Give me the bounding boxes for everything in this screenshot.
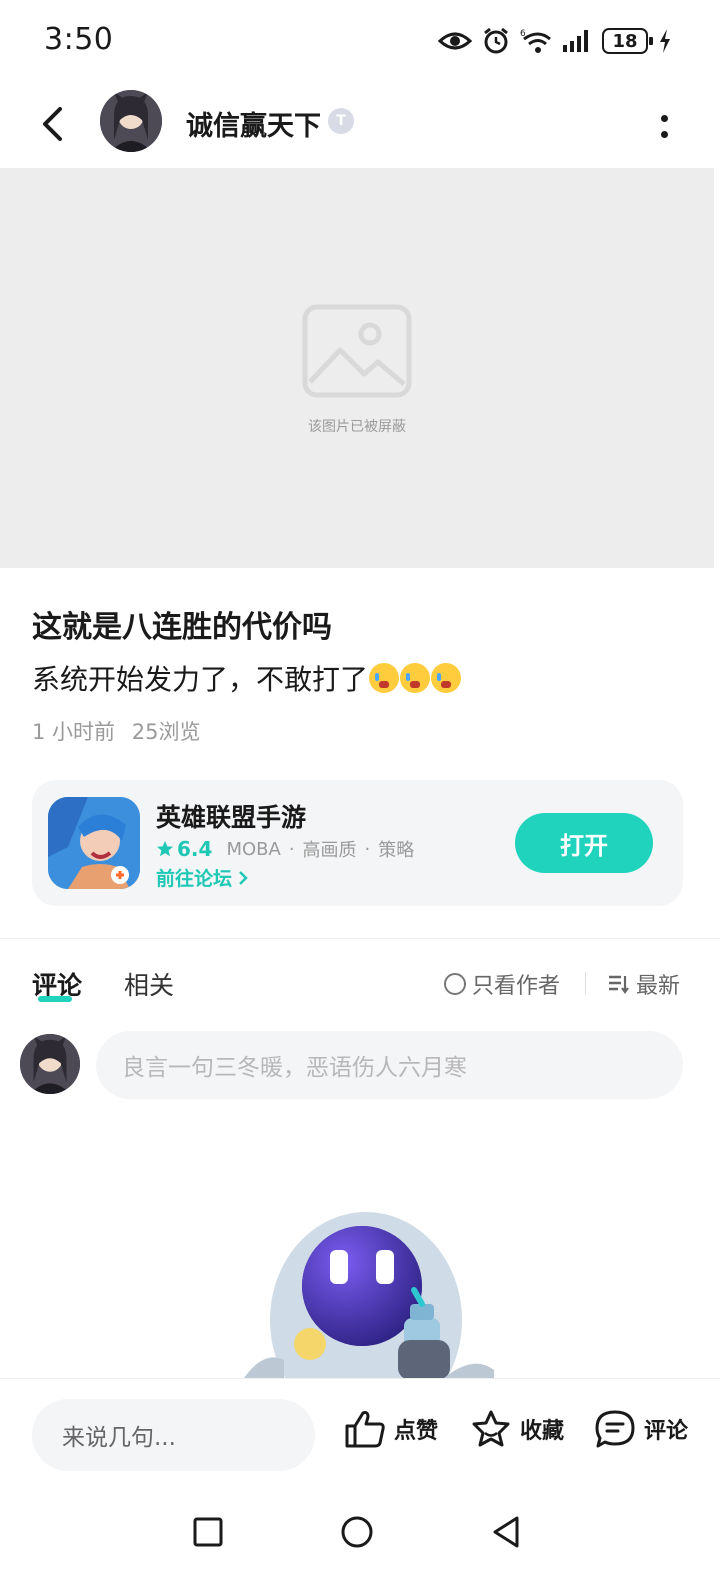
game-art-image xyxy=(48,797,140,889)
status-time: 3:50 xyxy=(44,22,114,57)
star-icon xyxy=(157,841,173,857)
tag-separator: · xyxy=(288,838,295,860)
charging-icon xyxy=(660,29,670,53)
crying-emoji-icon xyxy=(431,663,462,693)
game-card[interactable]: 英雄联盟手游 6.4 MOBA · 高画质 · 策略 前往论坛 打开 xyxy=(32,780,683,906)
sort-button[interactable]: 最新 xyxy=(608,968,680,1000)
status-icons: 6 18 xyxy=(438,24,672,58)
circle-icon xyxy=(341,1516,373,1548)
post-time: 1 小时前 xyxy=(32,720,116,744)
author-only-toggle[interactable]: 只看作者 xyxy=(444,968,560,1000)
astronaut-mascot-image xyxy=(244,1212,494,1378)
more-icon xyxy=(660,114,668,122)
chevron-right-icon xyxy=(239,870,248,885)
alarm-icon xyxy=(484,27,508,54)
avatar-image xyxy=(100,90,162,152)
blocked-image-text: 该图片已被屏蔽 xyxy=(308,419,406,435)
game-tag: 策略 xyxy=(378,840,415,861)
thumbs-up-icon xyxy=(345,1411,385,1448)
game-rating-value: 6.4 xyxy=(177,837,213,861)
battery-icon: 18 xyxy=(602,28,653,54)
open-game-button[interactable]: 打开 xyxy=(515,813,653,873)
triangle-back-icon xyxy=(493,1516,519,1548)
favorite-button[interactable]: 收藏 xyxy=(470,1409,564,1449)
author-only-label: 只看作者 xyxy=(472,974,561,999)
home-button[interactable] xyxy=(337,1512,377,1552)
game-name: 英雄联盟手游 xyxy=(156,803,307,832)
tab-related[interactable]: 相关 xyxy=(124,966,174,1002)
post-header: 诚信赢天下 T xyxy=(0,84,720,168)
avatar-image xyxy=(20,1034,80,1094)
system-back-button[interactable] xyxy=(486,1512,526,1552)
comment-bubble-icon xyxy=(595,1410,635,1448)
empty-state-mascot xyxy=(244,1210,504,1378)
like-button[interactable]: 点赞 xyxy=(344,1409,438,1449)
back-button[interactable] xyxy=(30,102,74,146)
forum-link-label: 前往论坛 xyxy=(156,868,233,890)
like-label: 点赞 xyxy=(394,1419,439,1444)
signal-icon xyxy=(563,30,588,52)
sort-label: 最新 xyxy=(636,974,681,999)
game-rating: 6.4 xyxy=(156,837,212,861)
section-divider xyxy=(0,938,720,939)
eye-icon xyxy=(438,32,472,50)
tag-separator: · xyxy=(364,838,371,860)
sort-icon xyxy=(609,975,629,994)
wifi-icon: 6 xyxy=(520,29,551,53)
radio-icon xyxy=(444,973,466,995)
star-outline-icon xyxy=(472,1410,510,1447)
battery-level: 18 xyxy=(612,30,638,52)
status-bar: 3:50 6 18 xyxy=(0,0,720,84)
square-icon xyxy=(193,1517,223,1547)
post-meta: 1 小时前 25浏览 xyxy=(32,716,200,746)
blocked-image: 该图片已被屏蔽 xyxy=(0,168,714,568)
author-avatar[interactable] xyxy=(100,90,162,152)
comment-label: 评论 xyxy=(644,1419,689,1444)
comment-button[interactable]: 评论 xyxy=(594,1409,688,1449)
crying-emoji-icon xyxy=(369,663,400,693)
forum-link[interactable]: 前往论坛 xyxy=(156,864,248,891)
active-tab-indicator xyxy=(38,996,72,1002)
game-tag: 高画质 xyxy=(302,840,357,861)
post-views: 25浏览 xyxy=(131,720,201,744)
favorite-label: 收藏 xyxy=(520,1419,565,1444)
more-button[interactable] xyxy=(648,104,680,148)
post-body-text: 系统开始发力了，不敢打了 xyxy=(32,663,369,696)
comment-input[interactable]: 良言一句三冬暖，恶语伤人六月寒 xyxy=(96,1031,683,1099)
author-badge: T xyxy=(328,108,354,134)
recents-button[interactable] xyxy=(188,1512,228,1552)
game-meta: 6.4 MOBA · 高画质 · 策略 xyxy=(156,836,414,862)
author-name[interactable]: 诚信赢天下 xyxy=(186,104,321,143)
crying-emoji-icon xyxy=(400,663,431,693)
more-icon-dot xyxy=(660,130,668,138)
game-icon xyxy=(48,797,140,889)
back-icon xyxy=(43,107,62,141)
reply-input[interactable]: 来说几句... xyxy=(32,1399,315,1471)
system-nav-bar xyxy=(0,1488,720,1582)
post-title: 这就是八连胜的代价吗 xyxy=(32,610,332,645)
image-placeholder-icon xyxy=(302,304,412,398)
toolbar-divider xyxy=(585,972,586,994)
user-avatar xyxy=(20,1034,80,1094)
bottom-action-bar: 来说几句... 点赞 收藏 评论 xyxy=(0,1378,720,1488)
game-tag: MOBA xyxy=(226,838,281,860)
post-body: 系统开始发力了，不敢打了 xyxy=(32,658,462,698)
